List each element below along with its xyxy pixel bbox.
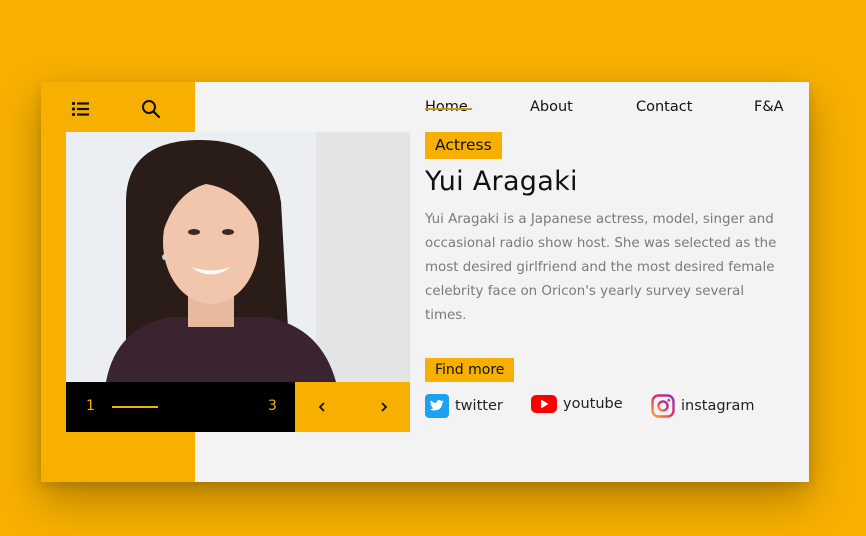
youtube-link[interactable]: youtube (531, 394, 623, 414)
search-icon[interactable] (138, 96, 164, 122)
find-more-button[interactable]: Find more (425, 358, 515, 382)
twitter-label: twitter (455, 398, 503, 414)
profile-card: 1 3 Home About Contact F&A Actress Yui A… (41, 82, 809, 482)
role-badge: Actress (425, 132, 502, 159)
nav-contact[interactable]: Contact (636, 99, 692, 115)
instagram-label: instagram (681, 398, 755, 414)
slide-current: 1 (86, 398, 95, 414)
profile-description: Yui Aragaki is a Japanese actress, model… (425, 212, 777, 323)
slide-total: 3 (268, 398, 277, 414)
profile-photo (66, 132, 410, 382)
slider-nav (295, 382, 410, 432)
nav-home-underline (425, 108, 472, 110)
nav-home-label: Home (425, 99, 468, 115)
profile-name: Yui Aragaki (425, 166, 578, 197)
slide-progress-line (112, 406, 158, 408)
nav-fa[interactable]: F&A (754, 99, 784, 115)
nav-about[interactable]: About (530, 99, 573, 115)
twitter-link[interactable]: twitter (425, 394, 503, 418)
youtube-icon (531, 395, 557, 413)
youtube-label: youtube (563, 396, 623, 412)
nav-home[interactable]: Home (425, 99, 472, 115)
chevron-right-icon[interactable] (372, 395, 396, 419)
instagram-icon (651, 394, 675, 418)
instagram-link[interactable]: instagram (651, 394, 755, 418)
slider-counter: 1 3 (66, 382, 295, 432)
twitter-icon (425, 394, 449, 418)
list-menu-icon[interactable] (68, 96, 94, 122)
chevron-left-icon[interactable] (310, 395, 334, 419)
